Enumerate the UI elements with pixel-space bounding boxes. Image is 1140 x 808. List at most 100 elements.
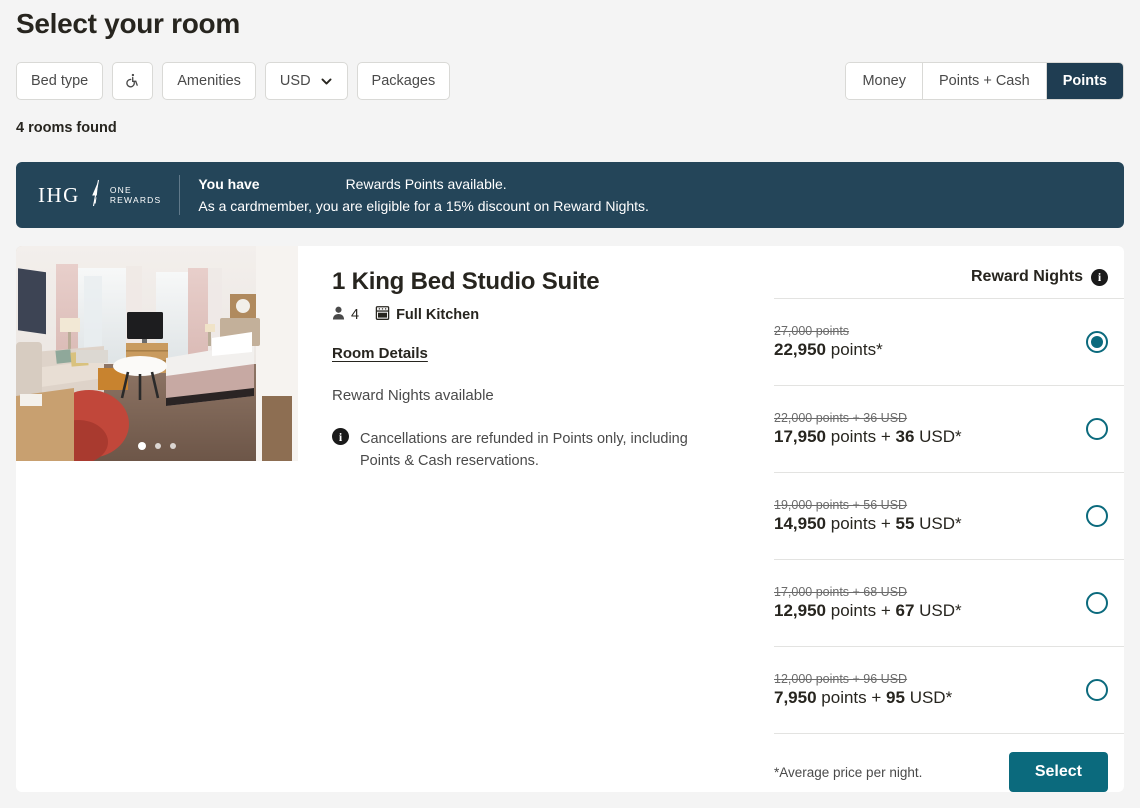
rate-radio[interactable] xyxy=(1086,331,1108,353)
room-name: 1 King Bed Studio Suite xyxy=(332,268,600,295)
rate-points-unit: points xyxy=(830,601,877,620)
toggle-points-cash-label: Points + Cash xyxy=(939,73,1030,89)
ihg-rewards-banner: IHG ONE REWARDS You have Rewards Points … xyxy=(16,162,1124,228)
rate-old-price: 19,000 points + 56 USD xyxy=(774,498,908,512)
rate-prices: 27,000 points 22,950 points* xyxy=(774,324,883,360)
reward-nights-available: Reward Nights available xyxy=(332,387,494,404)
rate-cash-amount: 95 xyxy=(886,688,905,707)
rate-points-unit: points xyxy=(821,688,867,707)
filter-packages-label: Packages xyxy=(371,73,436,89)
filter-packages[interactable]: Packages xyxy=(356,62,451,100)
rate-radio[interactable] xyxy=(1086,592,1108,614)
rate-prices: 19,000 points + 56 USD 14,950 points + 5… xyxy=(774,498,962,534)
wheelchair-accessible-icon xyxy=(124,72,141,90)
cancellation-note-text: Cancellations are refunded in Points onl… xyxy=(360,431,688,469)
rate-row[interactable]: 19,000 points + 56 USD 14,950 points + 5… xyxy=(774,472,1124,559)
toggle-points-cash[interactable]: Points + Cash xyxy=(923,63,1047,99)
oven-icon xyxy=(375,305,390,325)
rates-panel: Reward Nights i 27,000 points 22,950 poi… xyxy=(774,268,1124,792)
carousel-dot-1[interactable] xyxy=(138,442,146,450)
rate-points-unit: points* xyxy=(830,340,883,359)
rate-radio[interactable] xyxy=(1086,505,1108,527)
info-icon: i xyxy=(332,428,349,445)
rate-old-price: 22,000 points + 36 USD xyxy=(774,411,908,425)
rate-radio[interactable] xyxy=(1086,418,1108,440)
rate-cash-unit: USD* xyxy=(919,514,962,533)
rate-points-amount: 14,950 xyxy=(774,514,826,533)
currency-select-label: USD xyxy=(279,73,311,89)
ihg-one-rewards-sub: ONE REWARDS xyxy=(110,185,162,205)
currency-select[interactable]: USD xyxy=(264,62,348,100)
toggle-points[interactable]: Points xyxy=(1046,63,1123,99)
carousel-dots[interactable] xyxy=(16,442,298,450)
chevron-down-icon xyxy=(320,75,333,88)
rate-points-unit: points xyxy=(830,427,877,446)
rates-heading: Reward Nights i xyxy=(774,268,1124,298)
rate-points-unit: points xyxy=(830,514,877,533)
ihg-sub-rewards: REWARDS xyxy=(109,195,162,205)
rate-points-amount: 12,950 xyxy=(774,601,826,620)
rooms-found-count: 4 rooms found xyxy=(16,120,117,136)
occupancy: 4 xyxy=(332,306,359,324)
rate-row[interactable]: 27,000 points 22,950 points* xyxy=(774,298,1124,385)
rate-cash-unit: USD* xyxy=(909,688,953,707)
rate-row[interactable]: 22,000 points + 36 USD 17,950 points + 3… xyxy=(774,385,1124,472)
filter-accessibility[interactable] xyxy=(112,62,154,100)
rate-new-price: 17,950 points + 36 USD* xyxy=(774,427,962,446)
rate-old-price: 17,000 points + 68 USD xyxy=(774,585,908,599)
rate-prices: 22,000 points + 36 USD 17,950 points + 3… xyxy=(774,411,962,447)
room-details-link[interactable]: Room Details xyxy=(332,345,428,362)
ihg-sub-one: ONE xyxy=(109,185,132,195)
carousel-dot-3[interactable] xyxy=(170,443,176,449)
ihg-feather-icon xyxy=(87,179,103,212)
reward-nights-info-icon[interactable]: i xyxy=(1091,268,1108,286)
rate-cash-amount: 55 xyxy=(895,514,915,533)
average-price-note: *Average price per night. xyxy=(774,764,923,780)
filter-bed-type-label: Bed type xyxy=(31,73,89,89)
person-icon xyxy=(332,306,345,324)
rates-heading-label: Reward Nights xyxy=(970,268,1083,285)
select-button[interactable]: Select xyxy=(1008,752,1108,792)
banner-divider xyxy=(179,175,181,215)
rate-old-price: 27,000 points xyxy=(774,324,850,338)
banner-cardmember-line: As a cardmember, you are eligible for a … xyxy=(198,198,649,214)
room-card: 1 King Bed Studio Suite 4 Full Kitchen R… xyxy=(16,246,1124,792)
payment-type-toggle: Money Points + Cash Points xyxy=(845,62,1124,100)
rate-row[interactable]: 12,000 points + 96 USD 7,950 points + 95… xyxy=(774,646,1124,733)
rate-cash-unit: USD* xyxy=(919,427,962,446)
rate-new-price: 14,950 points + 55 USD* xyxy=(774,514,962,533)
amenity-kitchen-label: Full Kitchen xyxy=(396,307,480,323)
room-image-carousel[interactable] xyxy=(16,246,298,461)
filter-bar: Bed type Amenities USD Packages xyxy=(16,62,451,100)
room-selection-page: Select your room Bed type Amenities USD xyxy=(0,0,1140,808)
toggle-money[interactable]: Money xyxy=(846,63,923,99)
amenity-kitchen: Full Kitchen xyxy=(375,305,479,325)
rate-old-price: 12,000 points + 96 USD xyxy=(774,672,908,686)
rate-radio[interactable] xyxy=(1086,679,1108,701)
banner-points-available: Rewards Points available. xyxy=(345,176,507,192)
rate-cash-unit: USD* xyxy=(919,601,962,620)
rate-prices: 17,000 points + 68 USD 12,950 points + 6… xyxy=(774,585,962,621)
room-photo xyxy=(16,246,298,461)
cancellation-note: i Cancellations are refunded in Points o… xyxy=(332,428,732,472)
rate-new-price: 12,950 points + 67 USD* xyxy=(774,601,962,620)
rate-points-amount: 17,950 xyxy=(774,427,826,446)
rates-footer: *Average price per night. Select xyxy=(774,733,1124,792)
rate-points-amount: 7,950 xyxy=(774,688,817,707)
banner-points-line: You have Rewards Points available. xyxy=(198,173,649,195)
filter-amenities[interactable]: Amenities xyxy=(162,62,256,100)
banner-points-value-gap xyxy=(260,173,346,195)
room-meta: 4 Full Kitchen xyxy=(332,305,732,325)
banner-you-have: You have xyxy=(198,176,260,192)
room-info: 1 King Bed Studio Suite 4 Full Kitchen R… xyxy=(332,268,732,472)
occupancy-count: 4 xyxy=(351,307,360,323)
ihg-one-rewards-logo: IHG ONE REWARDS xyxy=(38,179,179,212)
toggle-money-label: Money xyxy=(862,73,906,89)
rate-row[interactable]: 17,000 points + 68 USD 12,950 points + 6… xyxy=(774,559,1124,646)
rate-prices: 12,000 points + 96 USD 7,950 points + 95… xyxy=(774,672,952,708)
filter-amenities-label: Amenities xyxy=(177,73,241,89)
rate-cash-amount: 36 xyxy=(895,427,915,446)
rate-new-price: 7,950 points + 95 USD* xyxy=(774,688,953,707)
carousel-dot-2[interactable] xyxy=(155,443,161,449)
filter-bed-type[interactable]: Bed type xyxy=(16,62,104,100)
